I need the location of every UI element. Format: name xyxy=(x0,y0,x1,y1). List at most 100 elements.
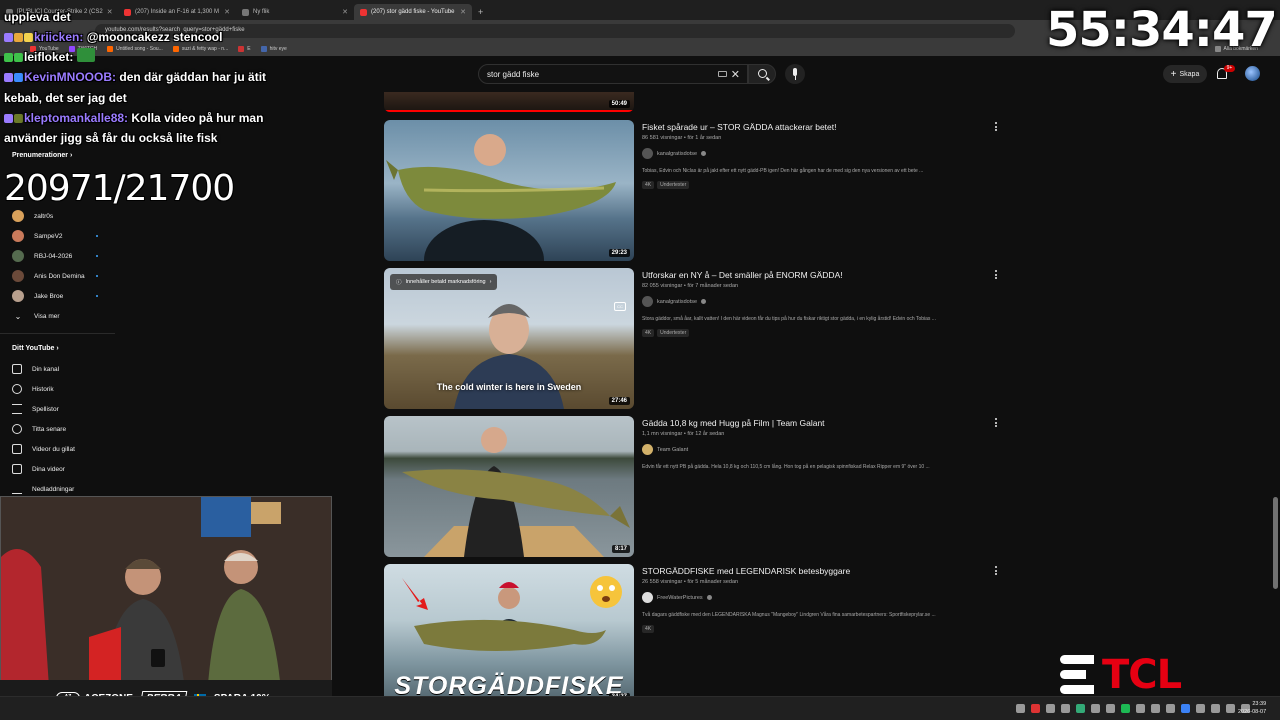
tcl-wordmark: TCL xyxy=(1102,652,1182,698)
tab-close-icon[interactable]: ✕ xyxy=(224,8,230,16)
video-title[interactable]: Gädda 10,8 kg med Hugg på Film | Team Ga… xyxy=(642,418,825,428)
video-duration: 27:46 xyxy=(608,397,630,405)
video-result[interactable]: 29:23 Fisket spårade ur – STOR GÄDDA att… xyxy=(384,120,1004,261)
tray-icon[interactable] xyxy=(1091,704,1100,713)
sidebar-item-label: Titta senare xyxy=(32,425,67,433)
video-title[interactable]: STORGÄDDFISKE med LEGENDARISK betesbygga… xyxy=(642,566,850,576)
bookmark[interactable]: hitv eye xyxy=(260,46,287,52)
volume-icon[interactable] xyxy=(1226,704,1235,713)
subscription-item[interactable]: zaltr0s xyxy=(12,209,112,223)
create-button[interactable]: + Skapa xyxy=(1163,65,1207,83)
subscription-item[interactable]: RBJ-04-2026 xyxy=(12,249,112,263)
chat-badge-icon xyxy=(14,53,23,62)
subscription-item[interactable]: Jake Broe xyxy=(12,289,112,303)
channel-link[interactable]: Team Galant xyxy=(642,444,688,455)
sidebar-item-history[interactable]: Historik xyxy=(12,382,112,396)
browser-tab[interactable]: (207) Inside an F-16 at 1,300 M ✕ xyxy=(118,4,236,20)
video-tags: 4K Undertexter xyxy=(642,181,690,189)
tray-icon[interactable] xyxy=(1016,704,1025,713)
tray-icon[interactable] xyxy=(1061,704,1070,713)
address-bar[interactable]: youtube.com/results?search_query=stor+gä… xyxy=(95,24,1015,38)
bookmark[interactable]: E xyxy=(238,46,251,52)
sidebar-item-your-videos[interactable]: Dina videor xyxy=(12,462,112,476)
video-thumbnail[interactable]: ⓘ Innehåller betald marknadsföring › CC Th… xyxy=(384,268,634,409)
video-thumbnail-partial[interactable]: 50:49 xyxy=(384,92,634,112)
sidebar-item-watch-later[interactable]: Titta senare xyxy=(12,422,112,436)
chat-message: kriicken: @mooncakezz stencool xyxy=(4,27,222,47)
tag-badge: 4K xyxy=(642,625,655,633)
tab-close-icon[interactable]: ✕ xyxy=(107,8,113,16)
video-result[interactable]: STORGÄDDFISKE 34:27 STORGÄDDFISKE med LE… xyxy=(384,564,1004,705)
video-thumbnail[interactable]: 8:17 xyxy=(384,416,634,557)
channel-link[interactable]: FreeWaterPictures xyxy=(642,592,712,603)
subscription-name: SampeV2 xyxy=(34,232,63,240)
paid-promotion-badge[interactable]: ⓘ Innehåller betald marknadsföring › xyxy=(390,274,498,290)
more-options-icon[interactable] xyxy=(995,418,998,428)
video-title[interactable]: Utforskar en NY å – Det smäller på ENORM… xyxy=(642,270,843,280)
search-input[interactable]: stor gädd fiske ✕ xyxy=(478,64,748,84)
show-more-button[interactable]: ⌄ Visa mer xyxy=(12,309,112,323)
clear-search-icon[interactable]: ✕ xyxy=(731,68,740,81)
channel-link[interactable]: kanalgratisdotse xyxy=(642,148,707,159)
video-thumbnail[interactable]: 29:23 xyxy=(384,120,634,261)
tray-icon[interactable] xyxy=(1196,704,1205,713)
subscription-item[interactable]: Anis Don Demina xyxy=(12,269,112,283)
video-meta: 1,1 mn visningar • för 12 år sedan xyxy=(642,431,725,437)
stream-timer: 55:34:47 xyxy=(1046,2,1278,58)
like-icon xyxy=(12,444,22,454)
sidebar-item-liked[interactable]: Videor du gillat xyxy=(12,442,112,456)
video-result[interactable]: ⓘ Innehåller betald marknadsföring › CC Th… xyxy=(384,268,1004,409)
bluetooth-icon[interactable] xyxy=(1181,704,1190,713)
voice-search-icon[interactable] xyxy=(785,64,805,84)
chevron-right-icon: › xyxy=(489,279,492,285)
youtube-favicon-icon xyxy=(124,8,131,16)
channel-link[interactable]: kanalgratisdotse xyxy=(642,296,707,307)
chat-badge-icon xyxy=(4,114,13,123)
tray-icon[interactable] xyxy=(1046,704,1055,713)
browser-tab[interactable]: Ny flik ✕ xyxy=(236,4,354,20)
search-button[interactable] xyxy=(748,64,776,84)
tag-badge: Undertexter xyxy=(657,181,690,189)
scrollbar-thumb[interactable] xyxy=(1273,497,1278,589)
wifi-icon[interactable] xyxy=(1211,704,1220,713)
chat-text: den där gäddan har ju ätit xyxy=(119,70,267,84)
browser-tab-active[interactable]: (207) stor gädd fiske - YouTube ✕ xyxy=(354,4,472,20)
tray-icon[interactable] xyxy=(1151,704,1160,713)
your-youtube-label: Ditt YouTube xyxy=(12,345,55,352)
page-scrollbar[interactable] xyxy=(1271,92,1279,696)
sidebar-item-playlists[interactable]: Spellistor xyxy=(12,402,112,416)
video-thumbnail[interactable]: STORGÄDDFISKE 34:27 xyxy=(384,564,634,705)
search-icon xyxy=(758,69,767,78)
new-tab-button[interactable]: + xyxy=(472,7,489,17)
more-options-icon[interactable] xyxy=(995,270,998,280)
verified-icon xyxy=(701,299,707,304)
tray-icon[interactable] xyxy=(1136,704,1145,713)
spotify-icon[interactable] xyxy=(1121,704,1130,713)
more-options-icon[interactable] xyxy=(995,122,998,132)
your-youtube-heading[interactable]: Ditt YouTube › xyxy=(12,345,59,352)
sidebar-item-channel[interactable]: Din kanal xyxy=(12,362,112,376)
youtube-favicon-icon xyxy=(360,8,367,16)
chat-username: kriicken: xyxy=(34,30,84,44)
taskbar-clock[interactable]: 23:39 2026-08-07 xyxy=(1238,700,1266,716)
subscription-item[interactable]: SampeV2 xyxy=(12,229,112,243)
tab-close-icon[interactable]: ✕ xyxy=(460,8,466,16)
clock-date: 2026-08-07 xyxy=(1238,709,1267,715)
chat-username: KevinMNOOOB: xyxy=(24,70,117,84)
subscriptions-heading[interactable]: Prenumerationer › xyxy=(12,152,72,159)
bookmark-label: hitv eye xyxy=(269,46,287,52)
more-options-icon[interactable] xyxy=(995,566,998,576)
video-tags: 4K Undertexter xyxy=(642,329,690,337)
keyboard-icon[interactable] xyxy=(718,71,727,77)
screen: [PUBLIC] Counter-Strike 2 (CS2 ✕ (207) In… xyxy=(0,0,1280,720)
tray-icon[interactable] xyxy=(1166,704,1175,713)
sidebar-item-downloads[interactable]: Nedladdningar xyxy=(12,482,112,496)
video-result[interactable]: 8:17 Gädda 10,8 kg med Hugg på Film | Te… xyxy=(384,416,1004,557)
tray-icon[interactable] xyxy=(1106,704,1115,713)
tray-icon[interactable] xyxy=(1031,704,1040,713)
tab-close-icon[interactable]: ✕ xyxy=(342,8,348,16)
video-title[interactable]: Fisket spårade ur – STOR GÄDDA attackera… xyxy=(642,122,836,132)
account-avatar[interactable] xyxy=(1245,66,1260,81)
clock-time: 23:39 xyxy=(1252,701,1267,707)
tray-icon[interactable] xyxy=(1076,704,1085,713)
